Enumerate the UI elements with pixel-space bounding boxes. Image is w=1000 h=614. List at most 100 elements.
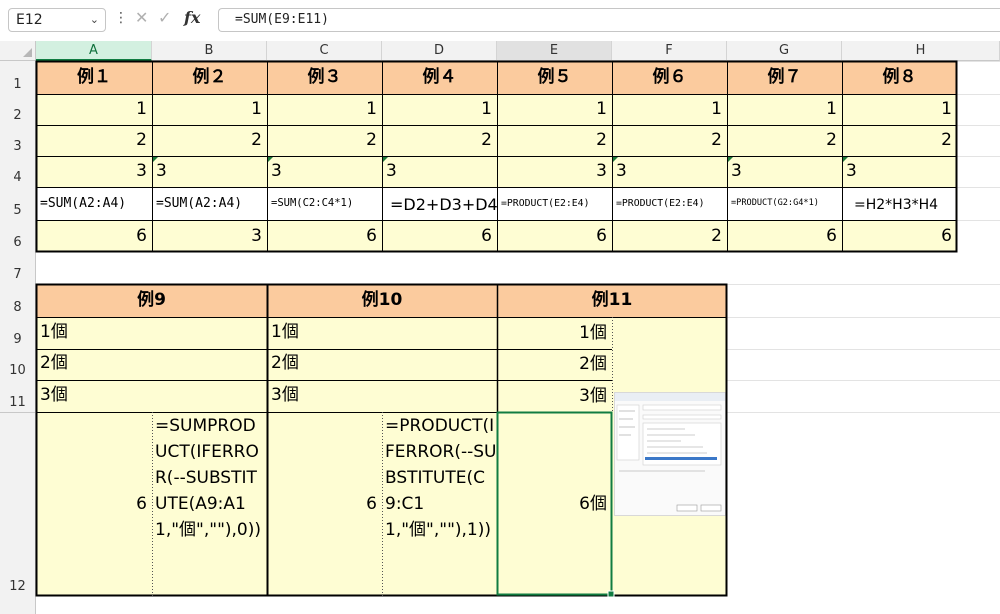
cell-g6[interactable]: 6 (727, 220, 842, 252)
row-header-4[interactable]: 4 (0, 156, 36, 187)
cell-a9[interactable]: 1個 (36, 317, 267, 349)
cell-c3[interactable]: 2 (267, 125, 382, 156)
cell-e5[interactable]: =PRODUCT(E2:E4) (497, 187, 612, 220)
column-header-c[interactable]: C (267, 41, 382, 61)
cell-e2[interactable]: 1 (497, 94, 612, 125)
cell-b5[interactable]: =SUM(A2:A4) (152, 187, 267, 220)
insert-function-icon[interactable]: fx (184, 8, 200, 27)
cell-f9[interactable] (612, 317, 727, 349)
row-header-3[interactable]: 3 (0, 125, 36, 156)
row-header-2[interactable]: 2 (0, 94, 36, 125)
cell-f3[interactable]: 2 (612, 125, 727, 156)
column-header-a[interactable]: A (36, 41, 152, 61)
row-header-7[interactable]: 7 (0, 252, 36, 284)
cell-e11[interactable]: 3個 (497, 380, 612, 412)
cell-e3[interactable]: 2 (497, 125, 612, 156)
cell-a4[interactable]: 3 (36, 156, 152, 187)
select-all-corner[interactable] (0, 41, 36, 61)
cell-d4[interactable]: 3 (382, 156, 497, 187)
error-indicator-icon[interactable] (382, 156, 389, 163)
more-options-icon[interactable]: ⋮ (114, 10, 128, 26)
cell-h4[interactable]: 3 (842, 156, 957, 187)
cell-a10[interactable]: 2個 (36, 349, 267, 380)
formula-input[interactable]: =SUM(E9:E11) (218, 8, 1000, 32)
error-indicator-icon[interactable] (612, 156, 619, 163)
cell-b4[interactable]: 3 (152, 156, 267, 187)
cell-e9[interactable]: 1個 (497, 317, 612, 349)
cell-c5[interactable]: =SUM(C2:C4*1) (267, 187, 382, 220)
cell-d3[interactable]: 2 (382, 125, 497, 156)
cell-h3[interactable]: 2 (842, 125, 957, 156)
column-header-g[interactable]: G (727, 41, 842, 61)
row-header-12[interactable]: 12 (0, 412, 36, 596)
cell-c8-merged[interactable]: 例10 (267, 284, 497, 317)
error-indicator-icon[interactable] (727, 156, 734, 163)
cell-a1[interactable]: 例１ (36, 61, 152, 94)
row-header-11[interactable]: 11 (0, 380, 36, 412)
cell-c9[interactable]: 1個 (267, 317, 497, 349)
cell-f10[interactable] (612, 349, 727, 380)
cell-d5[interactable]: =D2+D3+D4 (382, 187, 497, 220)
row-header-1[interactable]: 1 (0, 61, 36, 94)
cell-f5[interactable]: =PRODUCT(E2:E4) (612, 187, 727, 220)
cell-d2[interactable]: 1 (382, 94, 497, 125)
row-header-8[interactable]: 8 (0, 284, 36, 317)
cell-h2[interactable]: 1 (842, 94, 957, 125)
cell-d1[interactable]: 例４ (382, 61, 497, 94)
cell-a6[interactable]: 6 (36, 220, 152, 252)
embedded-dialog-image[interactable] (614, 392, 726, 516)
error-indicator-icon[interactable] (152, 156, 159, 163)
cell-b3[interactable]: 2 (152, 125, 267, 156)
cell-h6[interactable]: 6 (842, 220, 957, 252)
column-header-b[interactable]: B (152, 41, 267, 61)
cell-c6[interactable]: 6 (267, 220, 382, 252)
cell-g3[interactable]: 2 (727, 125, 842, 156)
cell-a2[interactable]: 1 (36, 94, 152, 125)
cell-e10[interactable]: 2個 (497, 349, 612, 380)
cell-b1[interactable]: 例２ (152, 61, 267, 94)
column-header-h[interactable]: H (842, 41, 1000, 61)
cell-c10[interactable]: 2個 (267, 349, 497, 380)
row-header-9[interactable]: 9 (0, 317, 36, 349)
cell-g2[interactable]: 1 (727, 94, 842, 125)
cell-b12[interactable]: =SUMPRODUCT(IFERROR(--SUBSTITUTE(A9:A11,… (152, 412, 267, 596)
cell-e6[interactable]: 6 (497, 220, 612, 252)
row-header-13[interactable] (0, 596, 36, 614)
cell-a5[interactable]: =SUM(A2:A4) (36, 187, 152, 220)
error-indicator-icon[interactable] (842, 156, 849, 163)
cell-a12[interactable]: 6 (36, 412, 152, 596)
cell-h5[interactable]: =H2*H3*H4 (842, 187, 957, 220)
cell-d6[interactable]: 6 (382, 220, 497, 252)
cell-d12[interactable]: =PRODUCT(IFERROR(--SUBSTITUTE(C9:C11,"個"… (382, 412, 497, 596)
cell-g4[interactable]: 3 (727, 156, 842, 187)
cell-a8-merged[interactable]: 例9 (36, 284, 267, 317)
cell-b2[interactable]: 1 (152, 94, 267, 125)
cell-c11[interactable]: 3個 (267, 380, 497, 412)
cell-h1[interactable]: 例８ (842, 61, 957, 94)
enter-check-icon[interactable]: ✓ (158, 8, 171, 27)
cell-c1[interactable]: 例３ (267, 61, 382, 94)
column-header-f[interactable]: F (612, 41, 727, 61)
chevron-down-icon[interactable]: ⌄ (90, 9, 99, 31)
cell-f6[interactable]: 2 (612, 220, 727, 252)
cell-e4[interactable]: 3 (497, 156, 612, 187)
cell-f4[interactable]: 3 (612, 156, 727, 187)
row-header-6[interactable]: 6 (0, 220, 36, 252)
cell-b6[interactable]: 3 (152, 220, 267, 252)
cell-g5[interactable]: =PRODUCT(G2:G4*1) (727, 187, 842, 220)
cell-f2[interactable]: 1 (612, 94, 727, 125)
cell-c4[interactable]: 3 (267, 156, 382, 187)
cell-e12[interactable]: 6個 (497, 412, 612, 596)
row-header-5[interactable]: 5 (0, 187, 36, 220)
cell-f1[interactable]: 例６ (612, 61, 727, 94)
cell-c12[interactable]: 6 (267, 412, 382, 596)
cell-a3[interactable]: 2 (36, 125, 152, 156)
cancel-icon[interactable]: ✕ (135, 8, 148, 27)
error-indicator-icon[interactable] (267, 156, 274, 163)
cell-e8-merged[interactable]: 例11 (497, 284, 727, 317)
cell-a11[interactable]: 3個 (36, 380, 267, 412)
name-box[interactable]: E12 ⌄ (8, 8, 106, 32)
cell-c2[interactable]: 1 (267, 94, 382, 125)
cell-g1[interactable]: 例７ (727, 61, 842, 94)
column-header-e[interactable]: E (497, 41, 612, 61)
